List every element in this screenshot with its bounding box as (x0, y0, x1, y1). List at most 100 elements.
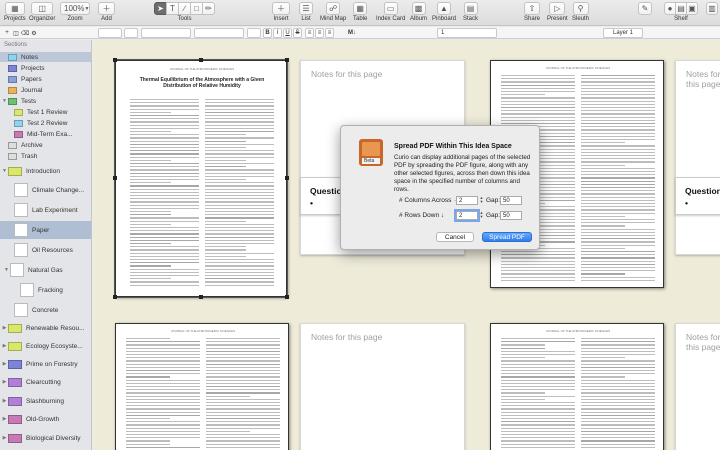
resize-handle[interactable] (113, 295, 117, 299)
sidebar-item-concrete[interactable]: Concrete (0, 301, 92, 319)
sidebar-item-biological-diversity[interactable]: ▶ Biological Diversity (0, 432, 92, 444)
resize-handle[interactable] (113, 176, 117, 180)
disclosure-closed-icon[interactable]: ▶ (2, 343, 7, 349)
inspector-tool[interactable]: ✎ (638, 2, 652, 15)
resize-handle[interactable] (285, 295, 289, 299)
sidebar-item-climate-change[interactable]: Climate Change... (0, 181, 92, 199)
table-tool[interactable]: ▦ Table (353, 2, 367, 22)
present-tool[interactable]: ▷ Present (547, 2, 568, 22)
rows-stepper[interactable]: ▲ ▼ (479, 211, 484, 220)
font-size-select[interactable] (194, 28, 244, 38)
disclosure-open-icon[interactable]: ▼ (2, 168, 7, 174)
pinboard-tool[interactable]: ▲ Pinboard (432, 2, 456, 22)
resize-handle[interactable] (199, 295, 203, 299)
sidebar-item-fracking[interactable]: Fracking (0, 281, 92, 299)
cancel-button[interactable]: Cancel (436, 232, 474, 242)
align-center-icon[interactable]: ≡ (315, 28, 324, 38)
sidebar-item-ecology[interactable]: ▶ Ecology Ecosyste... (0, 340, 92, 352)
mind-map-tool[interactable]: ☍ Mind Map (320, 2, 346, 22)
disclosure-open-icon[interactable]: ▼ (2, 98, 7, 104)
align-right-icon[interactable]: ≡ (325, 28, 334, 38)
italic-button[interactable]: I (273, 28, 282, 38)
sidebar-item-slashburning[interactable]: ▶ Slashburning (0, 395, 92, 407)
sidebar-item-papers[interactable]: Papers (0, 74, 92, 84)
question-card[interactable]: Question • (675, 177, 720, 215)
organizer-tool[interactable]: ◫ Organizer (29, 2, 55, 22)
share-tool[interactable]: ⇧ Share (524, 2, 540, 22)
sidebar-item-test-2-review[interactable]: Test 2 Review (0, 118, 92, 128)
markdown-button[interactable]: M↓ (345, 28, 359, 38)
insert-tool[interactable]: ＋ Insert (272, 2, 290, 22)
disclosure-closed-icon[interactable]: ▶ (2, 398, 7, 404)
sidebar-item-natural-gas[interactable]: ▼ Natural Gas (0, 261, 92, 279)
page-number-field[interactable]: 1 (437, 28, 497, 38)
sleuth-tool[interactable]: ⚲ Sleuth (572, 2, 589, 22)
sidebar-item-projects[interactable]: Projects (0, 63, 92, 73)
pdf-page-figure[interactable]: JOURNAL OF THE ATMOSPHERIC SCIENCES Ther… (115, 60, 287, 297)
index-card-tool[interactable]: ▭ Index Card (376, 2, 405, 22)
color-swatch[interactable] (247, 28, 261, 38)
sidebar-item-tests[interactable]: ▼ Tests (0, 96, 92, 106)
sidebar-item-journal[interactable]: Journal (0, 85, 92, 95)
notes-card[interactable]: Notes for this page (675, 323, 720, 450)
pdf-page-figure[interactable]: JOURNAL OF THE ATMOSPHERIC SCIENCES (490, 323, 664, 450)
align-left-icon[interactable]: ≡ (305, 28, 314, 38)
sidebar-toggle[interactable]: ▥ (706, 2, 718, 15)
sidebar-item-mid-term[interactable]: Mid-Term Exa... (0, 129, 92, 139)
sidebar-item-prime-forestry[interactable]: ▶ Prime on Forestry (0, 358, 92, 370)
notes-card[interactable]: Notes for this page (300, 323, 465, 450)
stack-tool[interactable]: ▤ Stack (463, 2, 478, 22)
disclosure-closed-icon[interactable]: ▶ (2, 361, 7, 367)
text-line (581, 107, 655, 108)
font-family-select[interactable] (141, 28, 191, 38)
disclosure-closed-icon[interactable]: ▶ (2, 435, 7, 441)
sidebar-item-archive[interactable]: Archive (0, 140, 92, 150)
style-select[interactable] (98, 28, 122, 38)
disclosure-open-icon[interactable]: ▼ (4, 267, 9, 273)
add-section-icon[interactable]: + (3, 28, 11, 38)
pen-tool-icon[interactable]: ✏ (202, 2, 215, 15)
sidebar-item-clearcutting[interactable]: ▶ Clearcutting (0, 376, 92, 388)
bold-button[interactable]: B (263, 28, 272, 38)
pdf-page-figure[interactable]: JOURNAL OF THE ATMOSPHERIC SCIENCES (115, 323, 289, 450)
add-tool[interactable]: ＋ Add (98, 2, 115, 22)
sidebar-item-introduction[interactable]: ▼ Introduction (0, 166, 92, 176)
folder-icon[interactable]: ◫ (12, 28, 20, 38)
columns-input[interactable]: 2 (456, 196, 478, 205)
sidebar-item-old-growth[interactable]: ▶ Old-Growth (0, 413, 92, 425)
rows-input[interactable]: 2 (456, 211, 478, 220)
notes-card[interactable]: Notes for this page (675, 60, 720, 255)
style-preset-select[interactable] (124, 28, 138, 38)
resize-handle[interactable] (199, 58, 203, 62)
zoom-tool[interactable]: 100% ▼ Zoom (60, 2, 90, 22)
sidebar-item-oil-resources[interactable]: Oil Resources (0, 241, 92, 259)
sidebar-item-lab-experiment[interactable]: Lab Experiment (0, 201, 92, 219)
shelf-icon-3[interactable]: ▣ (686, 2, 698, 15)
delete-icon[interactable]: ⌫ (21, 28, 29, 38)
gap-rows-input[interactable]: 50 (500, 211, 522, 220)
disclosure-closed-icon[interactable]: ▶ (2, 416, 7, 422)
resize-handle[interactable] (285, 58, 289, 62)
underline-button[interactable]: U (283, 28, 292, 38)
strike-button[interactable]: S (293, 28, 302, 38)
columns-stepper[interactable]: ▲ ▼ (479, 196, 484, 205)
sidebar-item-renewable[interactable]: ▶ Renewable Resou... (0, 322, 92, 334)
sidebar-item-trash[interactable]: Trash (0, 151, 92, 161)
spread-pdf-button[interactable]: Spread PDF (482, 232, 532, 242)
projects-tool[interactable]: ▦ Projects (4, 2, 26, 22)
list-tool[interactable]: ☰ List (299, 2, 313, 22)
text-line (581, 94, 655, 95)
sidebar-item-test-1-review[interactable]: Test 1 Review (0, 107, 92, 117)
settings-icon[interactable]: ⚙ (30, 28, 38, 38)
zoom-select[interactable]: 100% ▼ (60, 2, 90, 15)
album-tool[interactable]: ▩ Album (410, 2, 427, 22)
disclosure-closed-icon[interactable]: ▶ (2, 325, 7, 331)
sidebar-item-notes[interactable]: Notes (0, 52, 92, 62)
shelf-tool[interactable]: ● ▤ ▣ Shelf (664, 2, 698, 22)
sidebar-item-paper[interactable]: Paper (0, 221, 92, 239)
layer-select[interactable]: Layer 1 (603, 28, 643, 38)
gap-columns-input[interactable]: 50 (500, 196, 522, 205)
disclosure-closed-icon[interactable]: ▶ (2, 379, 7, 385)
resize-handle[interactable] (285, 176, 289, 180)
resize-handle[interactable] (113, 58, 117, 62)
